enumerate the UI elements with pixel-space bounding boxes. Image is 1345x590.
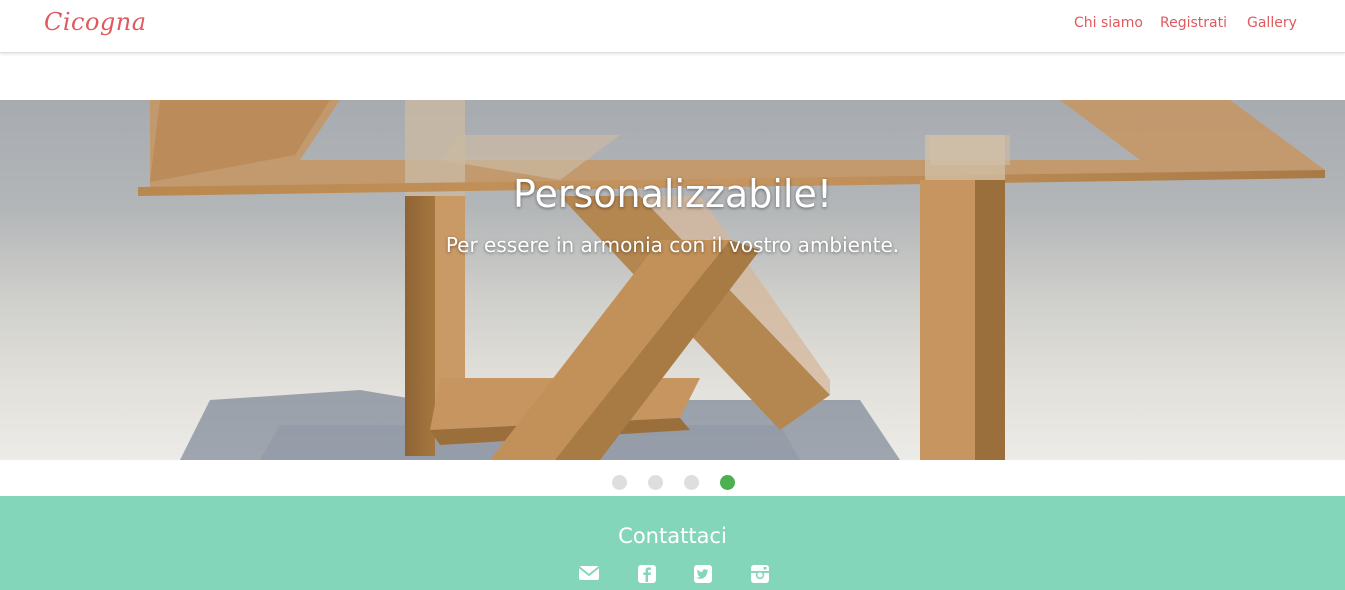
nav-link-gallery[interactable]: Gallery bbox=[1247, 15, 1297, 31]
carousel-indicator-1[interactable] bbox=[612, 475, 627, 490]
carousel-indicator-4[interactable] bbox=[720, 475, 735, 490]
carousel-indicators bbox=[0, 460, 1345, 496]
contact-section: Contattaci bbox=[0, 496, 1345, 590]
twitter-icon[interactable] bbox=[693, 564, 715, 584]
slide-title: Personalizzabile! bbox=[512, 172, 833, 216]
brand-logo[interactable]: Cicogna bbox=[44, 8, 147, 36]
envelope-icon[interactable] bbox=[578, 564, 600, 584]
slide-subtitle: Per essere in armonia con il vostro ambi… bbox=[445, 233, 900, 257]
navbar: Cicogna Chi siamo Registrati Gallery bbox=[0, 0, 1345, 53]
carousel-indicator-3[interactable] bbox=[684, 475, 699, 490]
nav-link-chi-siamo[interactable]: Chi siamo bbox=[1074, 15, 1143, 31]
contact-title: Contattaci bbox=[618, 524, 727, 548]
carousel-slide[interactable]: Personalizzabile! Per essere in armonia … bbox=[0, 100, 1345, 460]
table-render-image bbox=[138, 100, 1325, 460]
carousel-indicator-2[interactable] bbox=[648, 475, 663, 490]
instagram-icon[interactable] bbox=[750, 564, 772, 584]
nav-link-registrati[interactable]: Registrati bbox=[1160, 15, 1227, 31]
facebook-icon[interactable] bbox=[637, 564, 659, 584]
